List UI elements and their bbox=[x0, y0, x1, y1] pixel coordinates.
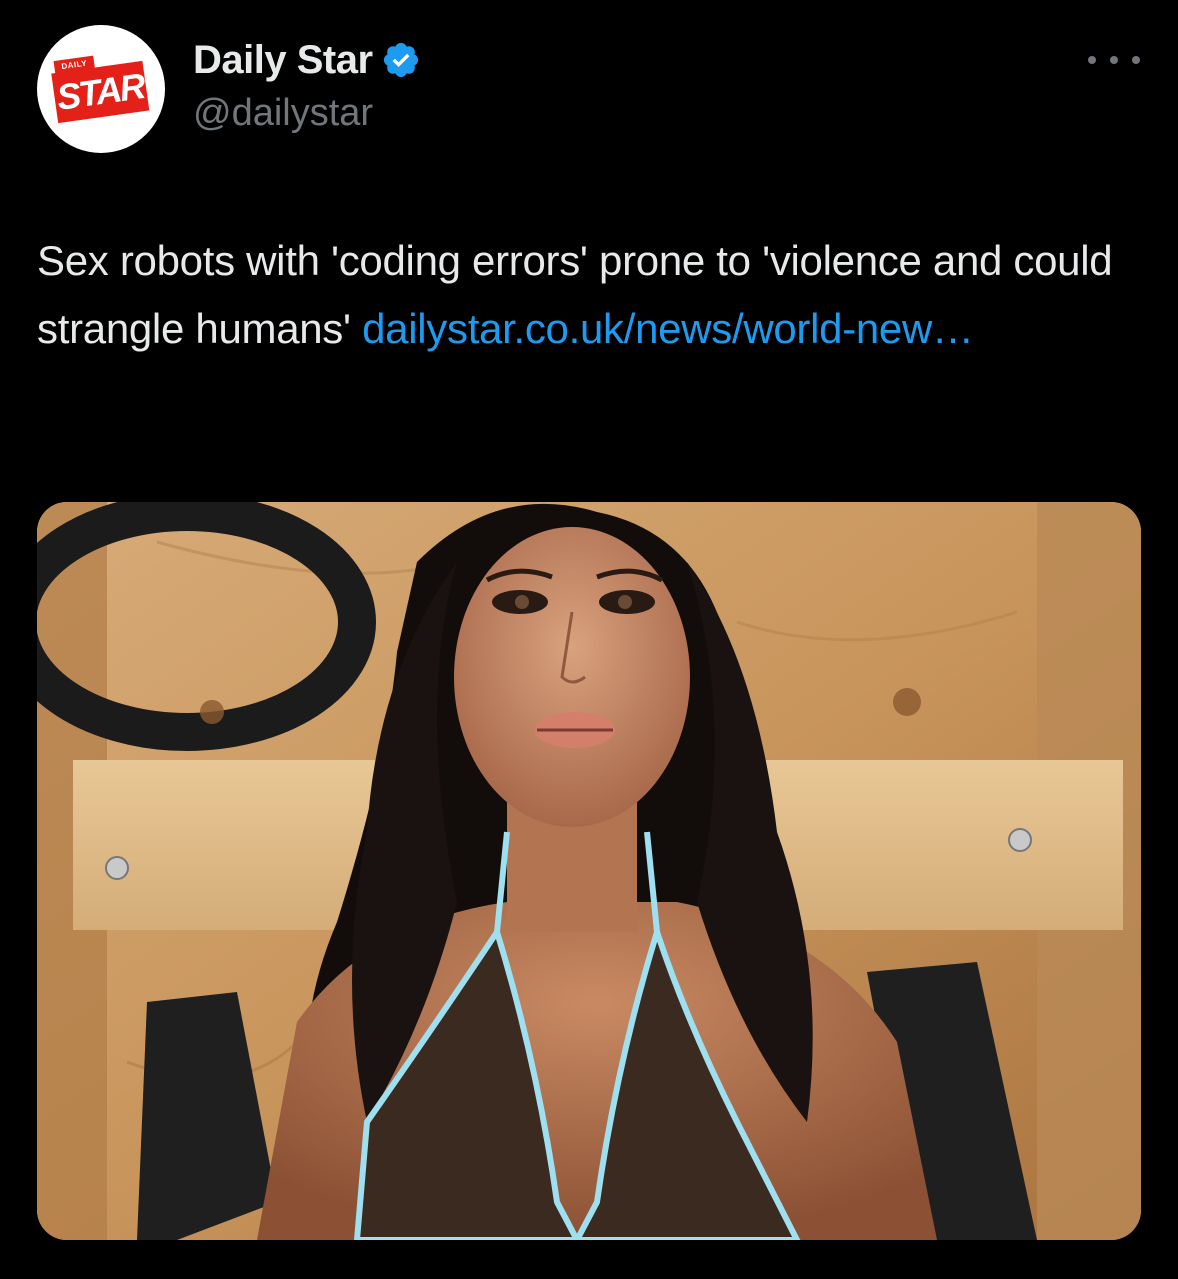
author-handle[interactable]: @dailystar bbox=[193, 92, 373, 135]
tweet-photo[interactable] bbox=[37, 502, 1141, 1240]
article-link[interactable]: dailystar.co.uk/news/world-new… bbox=[362, 305, 974, 352]
verified-badge-icon bbox=[381, 40, 421, 80]
more-dot bbox=[1110, 56, 1118, 64]
more-options-button[interactable] bbox=[1088, 42, 1140, 78]
daily-star-logo: DAILY STAR bbox=[51, 55, 150, 124]
author-name-row[interactable]: Daily Star bbox=[193, 34, 421, 86]
tweet-text: Sex robots with 'coding errors' prone to… bbox=[37, 227, 1147, 363]
photo-icon bbox=[37, 502, 1141, 1240]
more-dot bbox=[1088, 56, 1096, 64]
more-dot bbox=[1132, 56, 1140, 64]
tweet-card: DAILY STAR Daily Star @dailystar Sex rob… bbox=[0, 0, 1178, 1279]
display-name[interactable]: Daily Star bbox=[193, 38, 373, 83]
avatar[interactable]: DAILY STAR bbox=[37, 25, 165, 153]
